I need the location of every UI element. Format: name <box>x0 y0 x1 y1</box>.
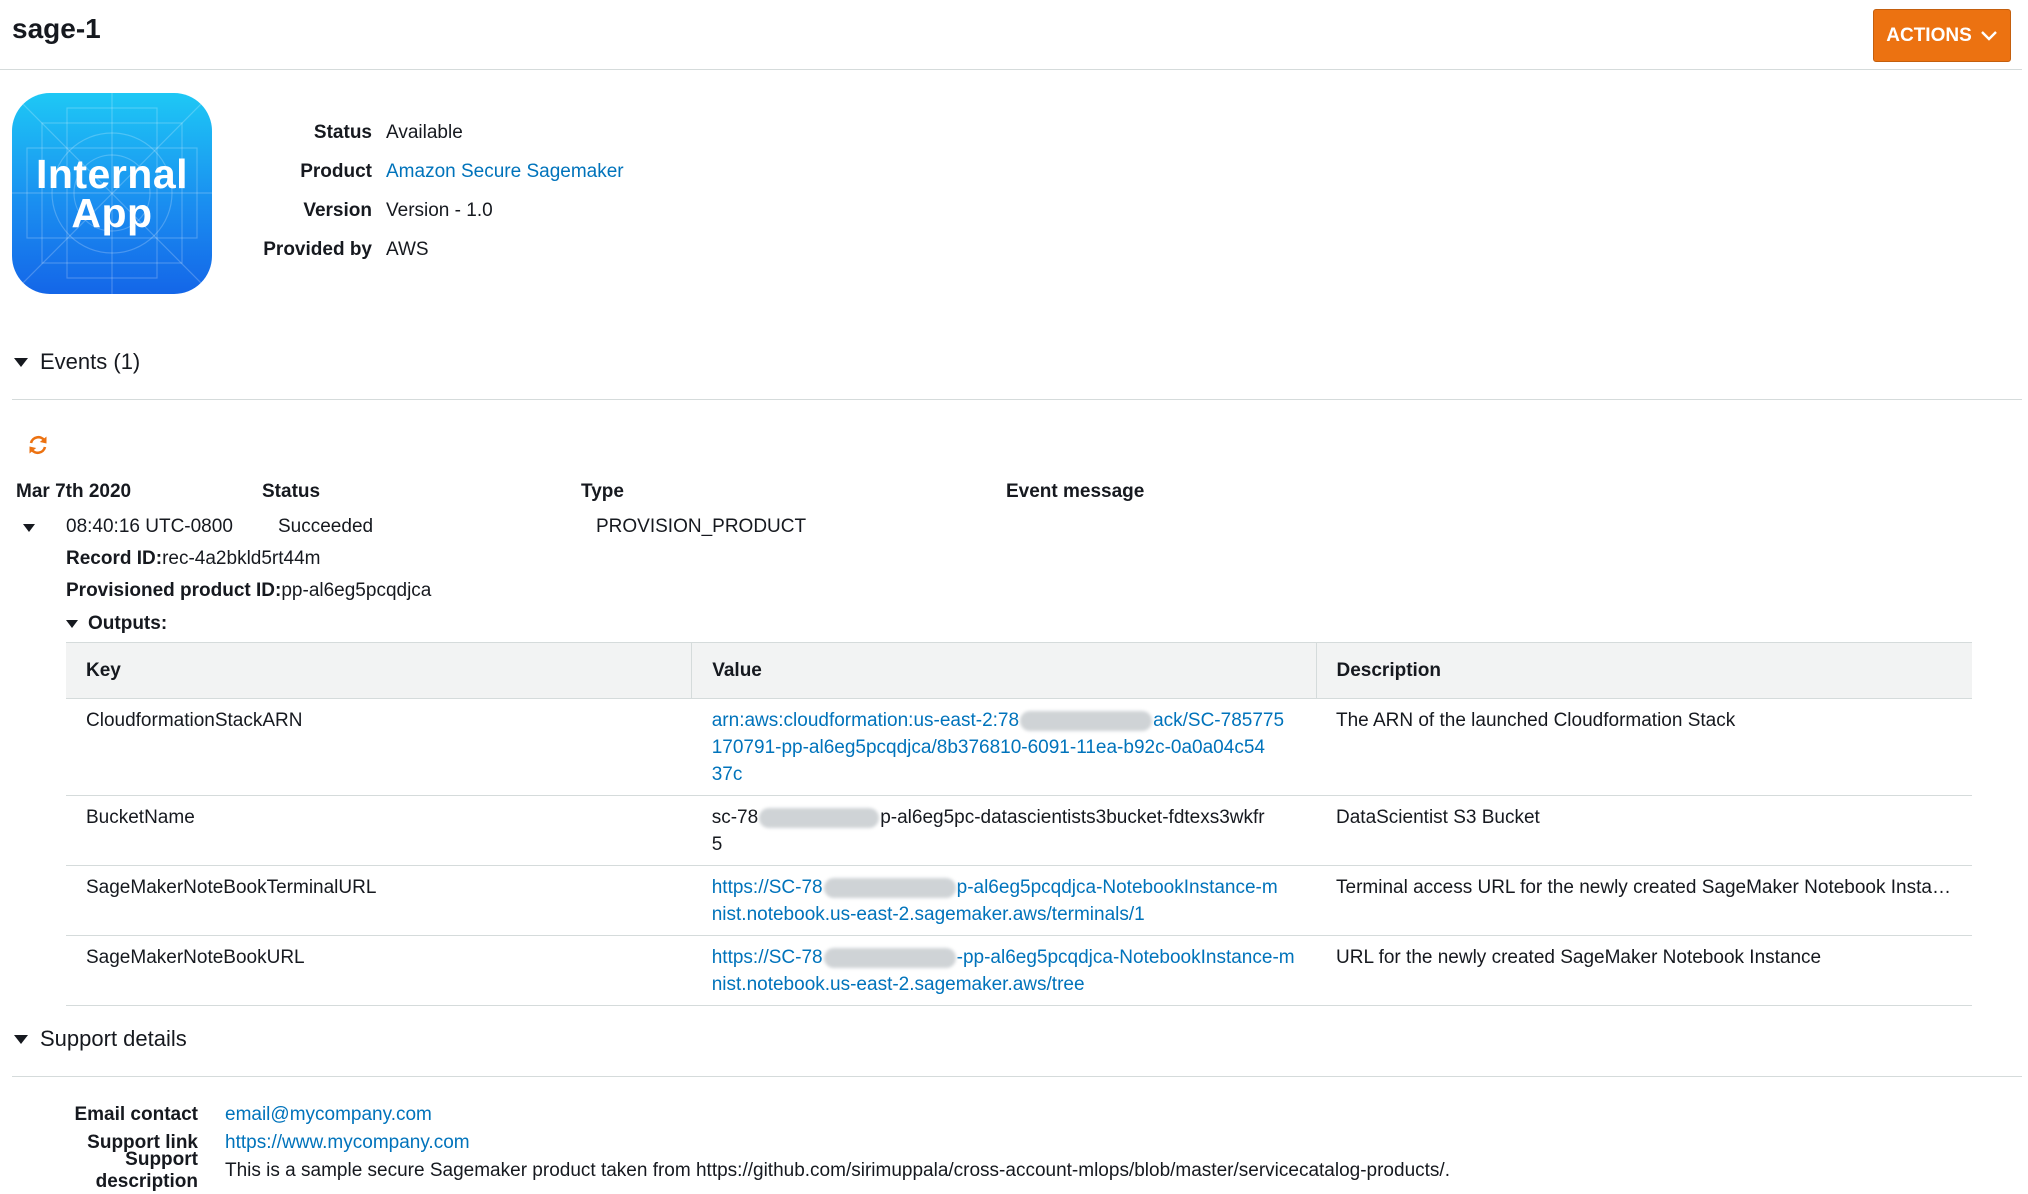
chevron-down-icon <box>1980 30 1997 41</box>
redaction-mask <box>1020 710 1153 731</box>
output-key: CloudformationStackARN <box>66 698 692 796</box>
output-description: URL for the newly created SageMaker Note… <box>1316 935 1972 1006</box>
email-link[interactable]: email@mycompany.com <box>225 1104 432 1126</box>
output-value-part: p-al6eg5pc-datascientists3bucket-fdtexs3… <box>880 807 1265 828</box>
record-id: Record ID:rec-4a2bkld5rt44m <box>66 548 321 570</box>
outputs-label: Outputs: <box>88 613 168 634</box>
summary-row-version: Version Version - 1.0 <box>240 191 624 230</box>
output-value-part[interactable]: arn:aws:cloudformation:us-east-2:78 <box>712 710 1019 731</box>
support-section-title: Support details <box>40 1026 187 1051</box>
event-status: Succeeded <box>278 516 374 537</box>
output-description: Terminal access URL for the newly create… <box>1336 877 1952 898</box>
summary-row-provider: Provided by AWS <box>240 230 624 269</box>
redaction-mask <box>823 947 956 968</box>
refresh-icon[interactable] <box>27 434 49 456</box>
app-icon-line2: App <box>71 190 153 236</box>
divider <box>12 399 2022 400</box>
support-row-link: Support link https://www.mycompany.com <box>30 1129 1450 1157</box>
table-row: SageMakerNoteBookTerminalURL https://SC-… <box>66 865 1972 936</box>
divider <box>12 1076 2022 1077</box>
col-header-key: Key <box>66 642 692 699</box>
product-label: Product <box>300 160 372 182</box>
caret-down-icon <box>14 357 28 367</box>
output-value-part[interactable]: 37c <box>712 764 743 785</box>
output-value-part[interactable]: 170791-pp-al6eg5pcqdjca/8b376810-6091-11… <box>712 737 1265 758</box>
output-value-part[interactable]: https://SC-78 <box>712 877 823 898</box>
redaction-mask <box>823 877 956 898</box>
table-row: CloudformationStackARN arn:aws:cloudform… <box>66 698 1972 796</box>
provisioned-product-id: Provisioned product ID:pp-al6eg5pcqdjca <box>66 580 431 602</box>
actions-button[interactable]: ACTIONS <box>1873 9 2011 62</box>
events-message-header: Event message <box>1006 481 1145 502</box>
table-row: BucketName sc-78 p-al6eg5pc-datascientist… <box>66 795 1972 866</box>
events-status-header: Status <box>262 481 321 502</box>
events-section-title: Events (1) <box>40 349 141 374</box>
support-link[interactable]: https://www.mycompany.com <box>225 1132 470 1154</box>
app-icon-line1: Internal <box>35 151 189 197</box>
events-date-header: Mar 7th 2020 <box>16 481 132 502</box>
caret-down-icon <box>66 620 78 628</box>
version-label: Version <box>303 199 372 221</box>
summary-row-product: Product Amazon Secure Sagemaker <box>240 152 624 191</box>
page-title: sage-1 <box>12 13 101 44</box>
output-value-part[interactable]: ack/SC-785775 <box>1153 710 1284 731</box>
output-description: DataScientist S3 Bucket <box>1316 795 1972 866</box>
output-value: sc-78 p-al6eg5pc-datascientists3bucket-fd… <box>691 795 1316 866</box>
pp-id-value: pp-al6eg5pcqdjca <box>281 580 432 601</box>
output-value-link[interactable]: https://SC-78 p-al6eg5pcqdjca-NotebookIns… <box>691 865 1316 936</box>
table-row: SageMakerNoteBookURL https://SC-78 -pp-al… <box>66 935 1972 1006</box>
output-value-part[interactable]: nist.notebook.us-east-2.sagemaker.aws/tr… <box>712 974 1085 995</box>
event-type: PROVISION_PRODUCT <box>596 516 807 537</box>
output-value-part[interactable]: https://SC-78 <box>712 947 823 968</box>
events-type-header: Type <box>581 481 624 502</box>
support-description-label: Support description <box>95 1149 198 1192</box>
outputs-table: Key Value Description CloudformationStac… <box>66 642 1972 1006</box>
support-details: Email contact email@mycompany.com Suppor… <box>30 1101 1450 1192</box>
redaction-mask <box>759 807 880 828</box>
outputs-toggle[interactable]: Outputs: <box>66 613 167 635</box>
app-icon-text: Internal App <box>12 151 212 236</box>
product-app-icon: Internal App <box>12 93 212 294</box>
actions-button-label: ACTIONS <box>1886 24 1972 46</box>
output-description-cell: Terminal access URL for the newly create… <box>1316 865 1972 936</box>
output-value-link[interactable]: arn:aws:cloudformation:us-east-2:78 ack/S… <box>691 698 1316 796</box>
output-value-link[interactable]: https://SC-78 -pp-al6eg5pcqdjca-NotebookI… <box>691 935 1316 1006</box>
events-section-toggle[interactable]: Events (1) <box>14 349 140 375</box>
output-value-part: sc-78 <box>711 807 759 828</box>
event-expand-caret-icon[interactable] <box>23 524 35 532</box>
outputs-header-row: Key Value Description <box>66 642 1972 699</box>
support-row-description: Support description This is a sample sec… <box>30 1149 1450 1192</box>
col-header-value: Value <box>691 642 1316 699</box>
event-time: 08:40:16 UTC-0800 <box>66 516 233 537</box>
product-summary: Status Available Product Amazon Secure S… <box>240 113 624 269</box>
pp-id-label: Provisioned product ID: <box>66 580 282 601</box>
output-key: BucketName <box>66 795 692 866</box>
product-link[interactable]: Amazon Secure Sagemaker <box>386 161 624 183</box>
output-description: The ARN of the launched Cloudformation S… <box>1316 698 1972 796</box>
output-key: SageMakerNoteBookURL <box>66 935 692 1006</box>
output-key: SageMakerNoteBookTerminalURL <box>66 865 692 936</box>
support-description-value: This is a sample secure Sagemaker produc… <box>225 1160 1450 1181</box>
status-label: Status <box>313 121 372 143</box>
provider-label: Provided by <box>263 238 372 260</box>
status-value: Available <box>386 121 463 143</box>
output-value-part[interactable]: p-al6eg5pcqdjca-NotebookInstance-m <box>957 877 1278 898</box>
record-id-label: Record ID: <box>66 548 163 569</box>
col-header-description: Description <box>1315 642 1972 699</box>
record-id-value: rec-4a2bkld5rt44m <box>162 548 321 569</box>
output-value-part[interactable]: -pp-al6eg5pcqdjca-NotebookInstance-m <box>957 947 1295 968</box>
support-row-email: Email contact email@mycompany.com <box>30 1101 1450 1129</box>
version-value: Version - 1.0 <box>386 199 493 221</box>
page-header: sage-1 ACTIONS <box>0 0 2022 70</box>
output-value-part: 5 <box>711 834 723 855</box>
provider-value: AWS <box>386 238 429 260</box>
support-section-toggle[interactable]: Support details <box>14 1026 187 1052</box>
summary-row-status: Status Available <box>240 113 624 152</box>
email-label: Email contact <box>74 1104 198 1125</box>
output-value-part[interactable]: nist.notebook.us-east-2.sagemaker.aws/te… <box>712 904 1145 925</box>
caret-down-icon <box>14 1034 28 1044</box>
